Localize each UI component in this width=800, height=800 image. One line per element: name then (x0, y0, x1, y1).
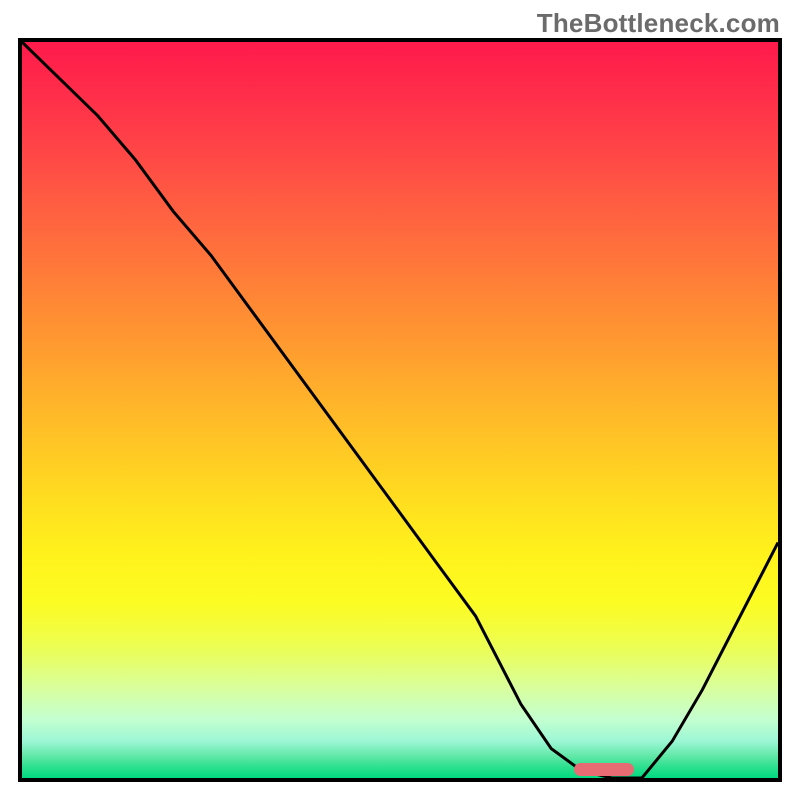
watermark-text: TheBottleneck.com (537, 8, 780, 39)
curve-svg (22, 42, 778, 778)
plot-frame (18, 38, 782, 782)
sweet-spot-marker (574, 763, 634, 776)
chart-container: TheBottleneck.com (0, 0, 800, 800)
bottleneck-curve-path (22, 42, 778, 778)
